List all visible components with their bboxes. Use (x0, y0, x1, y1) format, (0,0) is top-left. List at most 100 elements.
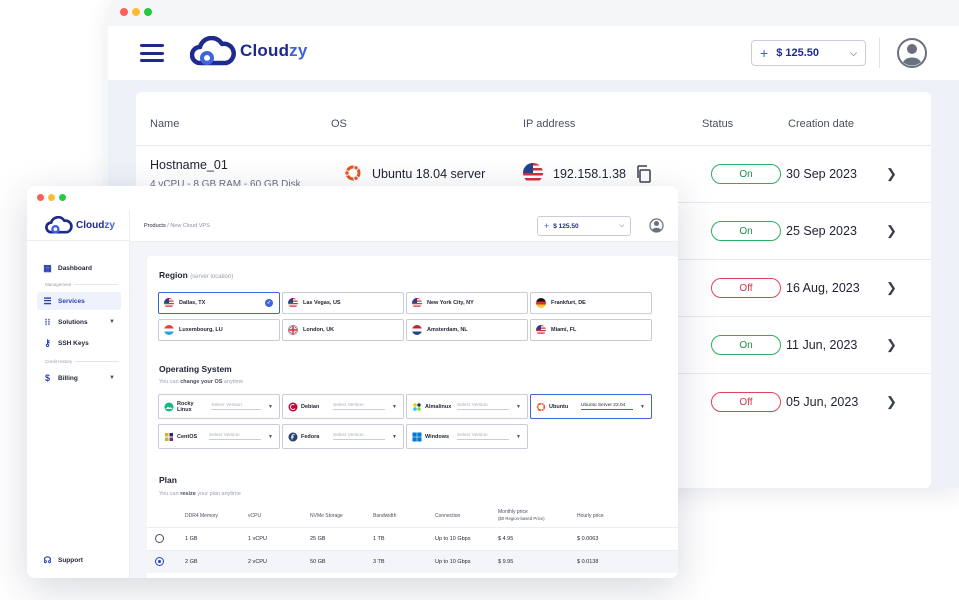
dropdown-arrow-icon[interactable]: ▼ (392, 404, 397, 410)
chevron-right-icon[interactable]: ❯ (886, 337, 897, 353)
top-bar: Products / New Cloud VPS + $ 125.50 ⌵ (130, 210, 678, 242)
region-option-new-york[interactable]: New York City, NY (406, 292, 528, 314)
version-select[interactable]: Select Version (211, 403, 262, 410)
close-window-button[interactable] (120, 8, 128, 16)
os-option-debian[interactable]: Debian Select Version ▼ (282, 394, 404, 419)
sidebar-item-ssh-keys[interactable]: ⚷ SSH Keys (37, 334, 121, 352)
menu-icon[interactable] (140, 44, 164, 62)
region-option-las-vegas[interactable]: Las Vegas, US (282, 292, 404, 314)
breadcrumb-separator: / (167, 223, 169, 229)
brand-suffix: zy (104, 219, 115, 231)
region-label: Amsterdam, NL (427, 327, 468, 333)
minimize-window-button[interactable] (48, 194, 55, 201)
copy-icon[interactable] (636, 165, 652, 183)
os-option-ubuntu[interactable]: Ubuntu Ubuntu Server 22.04 ▼ (530, 394, 652, 419)
region-option-amsterdam[interactable]: Amsterdam, NL (406, 319, 528, 341)
dropdown-arrow-icon[interactable]: ▼ (516, 404, 521, 410)
chevron-right-icon[interactable]: ❯ (886, 280, 897, 296)
plan-radio-selected[interactable] (155, 557, 164, 566)
plan-storage: 25 GB (310, 536, 326, 542)
breadcrumb-products[interactable]: Products (144, 223, 166, 229)
breadcrumb-current: New Cloud VPS (170, 223, 210, 229)
logo[interactable]: Cloudzy (45, 216, 115, 234)
minimize-window-button[interactable] (132, 8, 140, 16)
sidebar-item-support[interactable]: ☊ Support (37, 551, 121, 569)
column-header-date: Creation date (788, 118, 855, 130)
version-select[interactable]: Select Version (209, 433, 262, 440)
region-label: Frankfurt, DE (551, 300, 586, 306)
section-label-management: Management (45, 282, 118, 287)
chevron-right-icon[interactable]: ❯ (886, 223, 897, 239)
dropdown-arrow-icon[interactable]: ▼ (640, 404, 645, 410)
new-vps-window: Cloudzy ▦ Dashboard Management ☰ Service… (27, 186, 678, 578)
plan-monthly-price: $ 4.95 (498, 536, 514, 542)
dropdown-arrow-icon[interactable]: ▼ (268, 404, 273, 410)
close-window-button[interactable] (37, 194, 44, 201)
version-select[interactable]: Select Version (333, 433, 386, 440)
chevron-down-icon: ▼ (109, 375, 115, 381)
server-name[interactable]: Hostname_01 (150, 158, 228, 172)
os-subtitle: You can change your OS anytime (159, 379, 243, 385)
sidebar-item-billing[interactable]: $ Billing ▼ (37, 369, 121, 387)
sidebar-item-services[interactable]: ☰ Services (37, 292, 121, 310)
os-name: Windows (425, 433, 450, 440)
version-select[interactable]: Select Version (457, 403, 510, 410)
plan-hourly-price: $ 0.0063 (577, 536, 599, 542)
add-funds-icon[interactable]: + (544, 221, 549, 231)
logo[interactable]: Cloudzy (190, 36, 308, 66)
germany-flag-icon (536, 298, 546, 308)
plan-hourly-price: $ 0.0138 (577, 559, 599, 565)
maximize-window-button[interactable] (144, 8, 152, 16)
divider (27, 240, 130, 241)
os-option-rocky-linux[interactable]: Rocky Linux Select Version ▼ (158, 394, 280, 419)
os-option-almalinux[interactable]: Almalinux Select Version ▼ (406, 394, 528, 419)
os-option-centos[interactable]: CentOS Select Version ▼ (158, 424, 280, 449)
plan-row-selected[interactable]: 2 GB 2 vCPU 50 GB 3 TB Up to 10 Gbps $ 9… (147, 551, 678, 573)
dropdown-arrow-icon[interactable]: ▼ (392, 434, 397, 440)
version-select[interactable]: Ubuntu Server 22.04 (581, 403, 634, 410)
region-option-frankfurt[interactable]: Frankfurt, DE (530, 292, 652, 314)
chevron-down-icon: ⌵ (850, 47, 857, 58)
plan-header-storage: NVMe Storage (310, 513, 343, 519)
dropdown-arrow-icon[interactable]: ▼ (268, 434, 273, 440)
status-badge: Off (711, 278, 781, 298)
os-name: Fedora (301, 433, 320, 440)
sidebar: Cloudzy ▦ Dashboard Management ☰ Service… (27, 210, 130, 578)
os-option-fedora[interactable]: Fedora Select Version ▼ (282, 424, 404, 449)
sidebar-item-solutions[interactable]: ⁝⁝ Solutions ▼ (37, 313, 121, 331)
plan-header-monthly-note: ($0 Region-based Price) (498, 516, 545, 521)
chevron-right-icon[interactable]: ❯ (886, 166, 897, 182)
plan-memory: 2 GB (185, 559, 198, 565)
os-title: Operating System (159, 364, 232, 374)
maximize-window-button[interactable] (59, 194, 66, 201)
sidebar-item-label: Support (58, 556, 83, 564)
plan-row[interactable]: 1 GB 1 vCPU 25 GB 1 TB Up to 10 Gbps $ 4… (147, 528, 678, 550)
add-funds-icon[interactable]: + (760, 45, 768, 61)
os-name: Rocky Linux (177, 400, 194, 413)
balance-dropdown[interactable]: + $ 125.50 ⌵ (537, 216, 631, 236)
region-option-london[interactable]: London, UK (282, 319, 404, 341)
plan-header-bandwidth: Bandwidth (373, 513, 397, 519)
chevron-right-icon[interactable]: ❯ (886, 394, 897, 410)
user-avatar-icon[interactable] (897, 38, 927, 68)
dropdown-arrow-icon[interactable]: ▼ (516, 434, 521, 440)
version-select[interactable]: Select Version (333, 403, 386, 410)
region-option-dallas[interactable]: Dallas, TX ✓ (158, 292, 280, 314)
user-avatar-icon[interactable] (649, 218, 664, 233)
plan-radio[interactable] (155, 534, 164, 543)
os-option-windows[interactable]: Windows Select Version ▼ (406, 424, 528, 449)
key-icon: ⚷ (44, 337, 51, 348)
window-titlebar (108, 0, 959, 26)
sidebar-item-dashboard[interactable]: ▦ Dashboard (37, 259, 121, 277)
region-option-miami[interactable]: Miami, FL (530, 319, 652, 341)
balance-dropdown[interactable]: + $ 125.50 ⌵ (751, 40, 866, 66)
ubuntu-icon (536, 402, 546, 411)
plan-storage: 50 GB (310, 559, 326, 565)
plan-subtitle-prefix: You can (159, 491, 181, 497)
version-select[interactable]: Select Version (457, 433, 510, 440)
chevron-down-icon: ⌵ (619, 222, 624, 229)
column-header-ip: IP address (523, 118, 576, 130)
plan-subtitle-emphasis: resize (180, 491, 196, 497)
region-option-luxembourg[interactable]: Luxembourg, LU (158, 319, 280, 341)
os-subtitle-suffix: anytime (222, 379, 244, 385)
